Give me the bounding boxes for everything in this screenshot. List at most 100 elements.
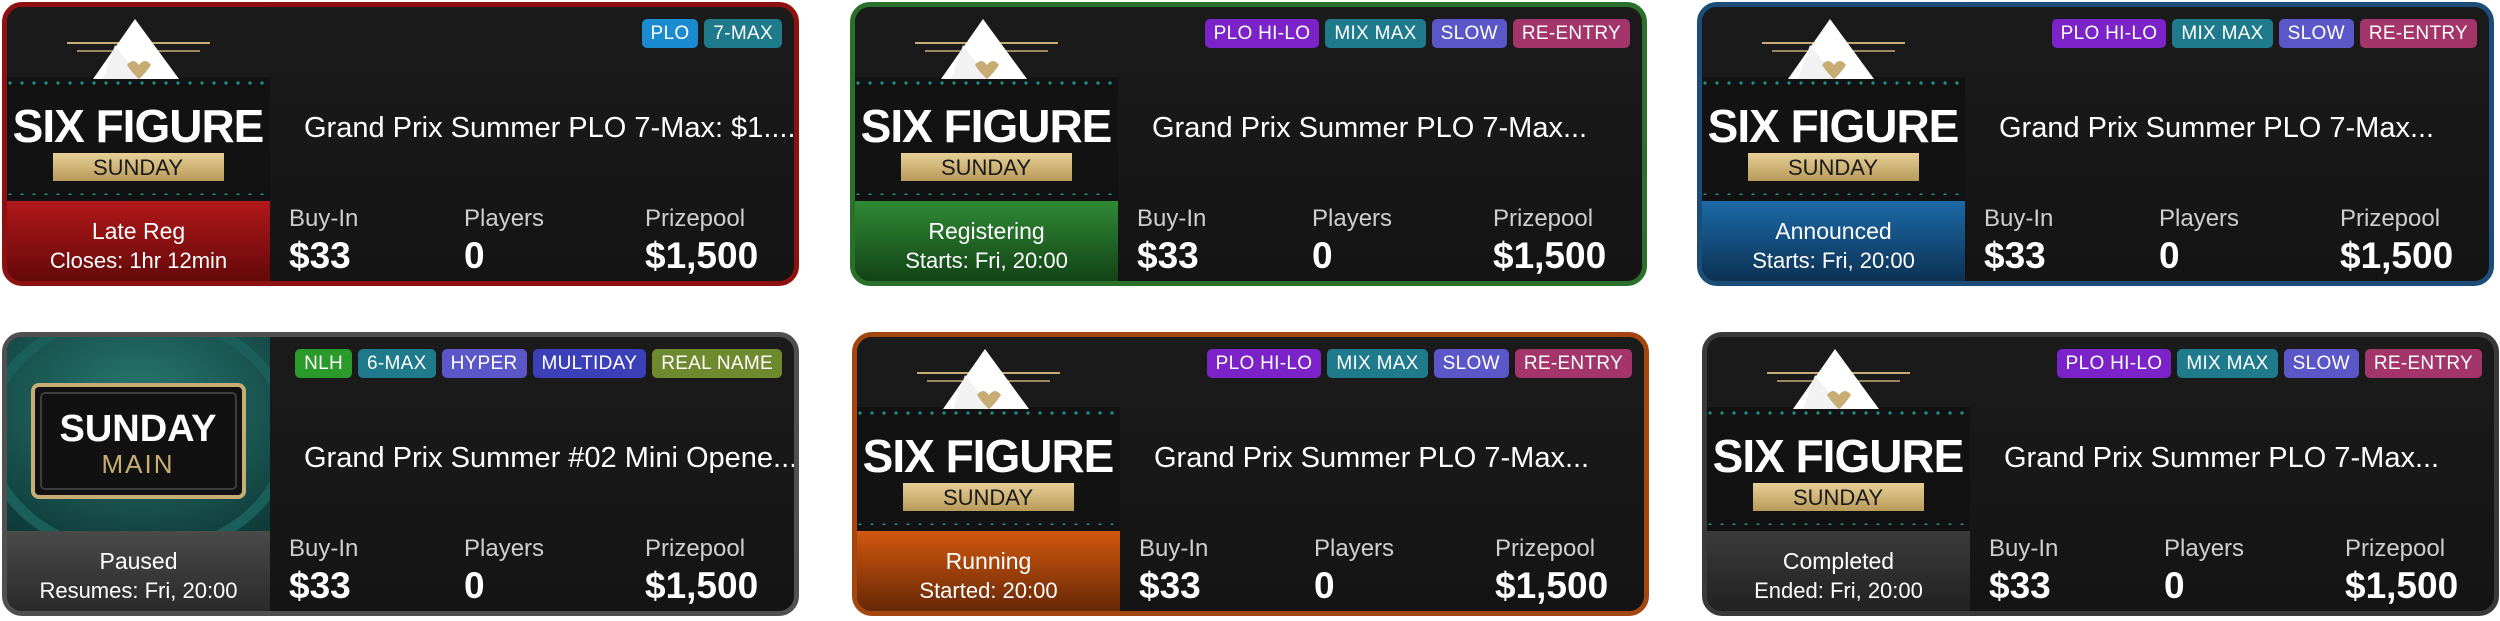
buyin-label: Buy-In xyxy=(1989,535,2059,562)
tournament-logo: SIX FIGURE SUNDAY xyxy=(1702,7,1965,201)
players-stat: Players 0 xyxy=(2164,535,2244,609)
status-detail: Started: 20:00 xyxy=(919,578,1058,603)
svg-text:SUNDAY: SUNDAY xyxy=(1793,485,1883,510)
tournament-card[interactable]: SIX FIGURE SUNDAY Late Reg Closes: 1hr 1… xyxy=(2,2,799,286)
status-label: Late Reg xyxy=(91,218,186,244)
status-label: Completed xyxy=(1782,548,1895,574)
tournament-title[interactable]: Grand Prix Summer PLO 7-Max... xyxy=(1152,112,1587,145)
tournament-logo: SIX FIGURE SUNDAY xyxy=(857,337,1120,531)
tag-badge: PLO HI-LO xyxy=(1206,349,1322,378)
tag-badge: MULTIDAY xyxy=(532,349,647,378)
tag-badge: HYPER xyxy=(441,349,527,378)
tournament-title[interactable]: Grand Prix Summer PLO 7-Max... xyxy=(1999,112,2434,145)
tag-badge: RE-ENTRY xyxy=(2364,349,2482,378)
svg-text:SIX FIGURE: SIX FIGURE xyxy=(13,100,264,152)
badge-list: PLO 7-MAX xyxy=(641,19,782,48)
buyin-label: Buy-In xyxy=(1137,205,1207,232)
prizepool-value: $1,500 xyxy=(2345,565,2459,606)
tag-badge: MIX MAX xyxy=(2177,349,2278,378)
players-label: Players xyxy=(2159,205,2240,232)
tag-badge: RE-ENTRY xyxy=(1512,19,1630,48)
svg-text:SUNDAY: SUNDAY xyxy=(941,155,1031,180)
prizepool-stat: Prizepool $1,500 xyxy=(2340,205,2453,279)
tournament-thumbnail: SIX FIGURE SUNDAY Running Started: 20:00 xyxy=(857,337,1120,611)
status-label: Running xyxy=(945,548,1032,574)
players-stat: Players 0 xyxy=(1314,535,1394,609)
tournament-thumbnail: SIX FIGURE SUNDAY Registering Starts: Fr… xyxy=(855,7,1118,281)
svg-text:SUNDAY: SUNDAY xyxy=(60,408,217,450)
tournament-title[interactable]: Grand Prix Summer PLO 7-Max: $1.... xyxy=(304,112,794,145)
tag-badge: PLO xyxy=(641,19,699,48)
status-detail: Closes: 1hr 12min xyxy=(49,248,228,273)
buyin-label: Buy-In xyxy=(289,205,359,232)
tag-badge: MIX MAX xyxy=(1327,349,1428,378)
svg-text:SUNDAY: SUNDAY xyxy=(93,155,183,180)
buyin-stat: Buy-In $33 xyxy=(289,205,358,279)
svg-text:SUNDAY: SUNDAY xyxy=(943,485,1033,510)
players-label: Players xyxy=(2164,535,2245,562)
prizepool-label: Prizepool xyxy=(645,535,746,562)
tag-badge: SLOW xyxy=(1431,19,1507,48)
badge-list: PLO HI-LO MIX MAX SLOW RE-ENTRY xyxy=(2056,349,2482,378)
players-stat: Players 0 xyxy=(2159,205,2239,279)
tournament-title[interactable]: Grand Prix Summer PLO 7-Max... xyxy=(1154,442,1589,475)
svg-text:SUNDAY: SUNDAY xyxy=(1788,155,1878,180)
players-value: 0 xyxy=(464,565,485,606)
tournament-thumbnail: SIX FIGURE SUNDAY Announced Starts: Fri,… xyxy=(1702,7,1965,281)
status-detail: Starts: Fri, 20:00 xyxy=(905,248,1068,273)
buyin-stat: Buy-In $33 xyxy=(1984,205,2053,279)
buyin-stat: Buy-In $33 xyxy=(1137,205,1206,279)
players-label: Players xyxy=(1312,205,1393,232)
buyin-value: $33 xyxy=(1984,235,2046,276)
buyin-label: Buy-In xyxy=(289,535,359,562)
status-detail: Ended: Fri, 20:00 xyxy=(1754,578,1923,603)
tournament-card[interactable]: SIX FIGURE SUNDAY Running Started: 20:00… xyxy=(852,332,1649,616)
tag-badge: MIX MAX xyxy=(2172,19,2273,48)
badge-list: PLO HI-LO MIX MAX SLOW RE-ENTRY xyxy=(2051,19,2477,48)
players-label: Players xyxy=(1314,535,1395,562)
players-value: 0 xyxy=(1314,565,1335,606)
prizepool-value: $1,500 xyxy=(1493,235,1607,276)
players-stat: Players 0 xyxy=(464,535,544,609)
prizepool-value: $1,500 xyxy=(645,565,759,606)
badge-list: PLO HI-LO MIX MAX SLOW RE-ENTRY xyxy=(1204,19,1630,48)
prizepool-label: Prizepool xyxy=(2345,535,2446,562)
badge-list: PLO HI-LO MIX MAX SLOW RE-ENTRY xyxy=(1206,349,1632,378)
tournament-card[interactable]: SUNDAY MAIN Paused Resumes: Fri, 20:00 N… xyxy=(2,332,799,616)
tournament-card[interactable]: SIX FIGURE SUNDAY Announced Starts: Fri,… xyxy=(1697,2,2494,286)
tournament-thumbnail: SIX FIGURE SUNDAY Late Reg Closes: 1hr 1… xyxy=(7,7,270,281)
players-value: 0 xyxy=(464,235,485,276)
buyin-value: $33 xyxy=(289,565,351,606)
tag-badge: SLOW xyxy=(2283,349,2359,378)
players-label: Players xyxy=(464,205,545,232)
tournament-card[interactable]: SIX FIGURE SUNDAY Completed Ended: Fri, … xyxy=(1702,332,2499,616)
tournament-logo: SIX FIGURE SUNDAY xyxy=(1707,337,1970,531)
tournament-title[interactable]: Grand Prix Summer PLO 7-Max... xyxy=(2004,442,2439,475)
tag-badge: NLH xyxy=(295,349,352,378)
status-label: Announced xyxy=(1775,218,1892,244)
tournament-title[interactable]: Grand Prix Summer #02 Mini Opene... xyxy=(304,442,794,475)
svg-text:SIX FIGURE: SIX FIGURE xyxy=(1708,100,1959,152)
svg-text:SIX FIGURE: SIX FIGURE xyxy=(861,100,1112,152)
tag-badge: RE-ENTRY xyxy=(2359,19,2477,48)
svg-text:MAIN: MAIN xyxy=(102,449,175,479)
players-value: 0 xyxy=(1312,235,1333,276)
tournament-thumbnail: SUNDAY MAIN Paused Resumes: Fri, 20:00 xyxy=(7,337,270,611)
tag-badge: PLO HI-LO xyxy=(2056,349,2172,378)
prizepool-stat: Prizepool $1,500 xyxy=(645,205,758,279)
tag-badge: SLOW xyxy=(2278,19,2354,48)
tag-badge: RE-ENTRY xyxy=(1514,349,1632,378)
status-detail: Resumes: Fri, 20:00 xyxy=(39,578,238,603)
status-label: Paused xyxy=(99,548,178,574)
buyin-label: Buy-In xyxy=(1984,205,2054,232)
svg-text:SIX FIGURE: SIX FIGURE xyxy=(863,430,1114,482)
tag-badge: MIX MAX xyxy=(1325,19,1426,48)
status-detail: Starts: Fri, 20:00 xyxy=(1752,248,1915,273)
tournament-card[interactable]: SIX FIGURE SUNDAY Registering Starts: Fr… xyxy=(850,2,1647,286)
prizepool-stat: Prizepool $1,500 xyxy=(2345,535,2458,609)
status-banner: Completed Ended: Fri, 20:00 xyxy=(1707,531,1970,611)
buyin-stat: Buy-In $33 xyxy=(1989,535,2058,609)
prizepool-value: $1,500 xyxy=(2340,235,2454,276)
prizepool-label: Prizepool xyxy=(1493,205,1594,232)
status-banner: Registering Starts: Fri, 20:00 xyxy=(855,201,1118,281)
